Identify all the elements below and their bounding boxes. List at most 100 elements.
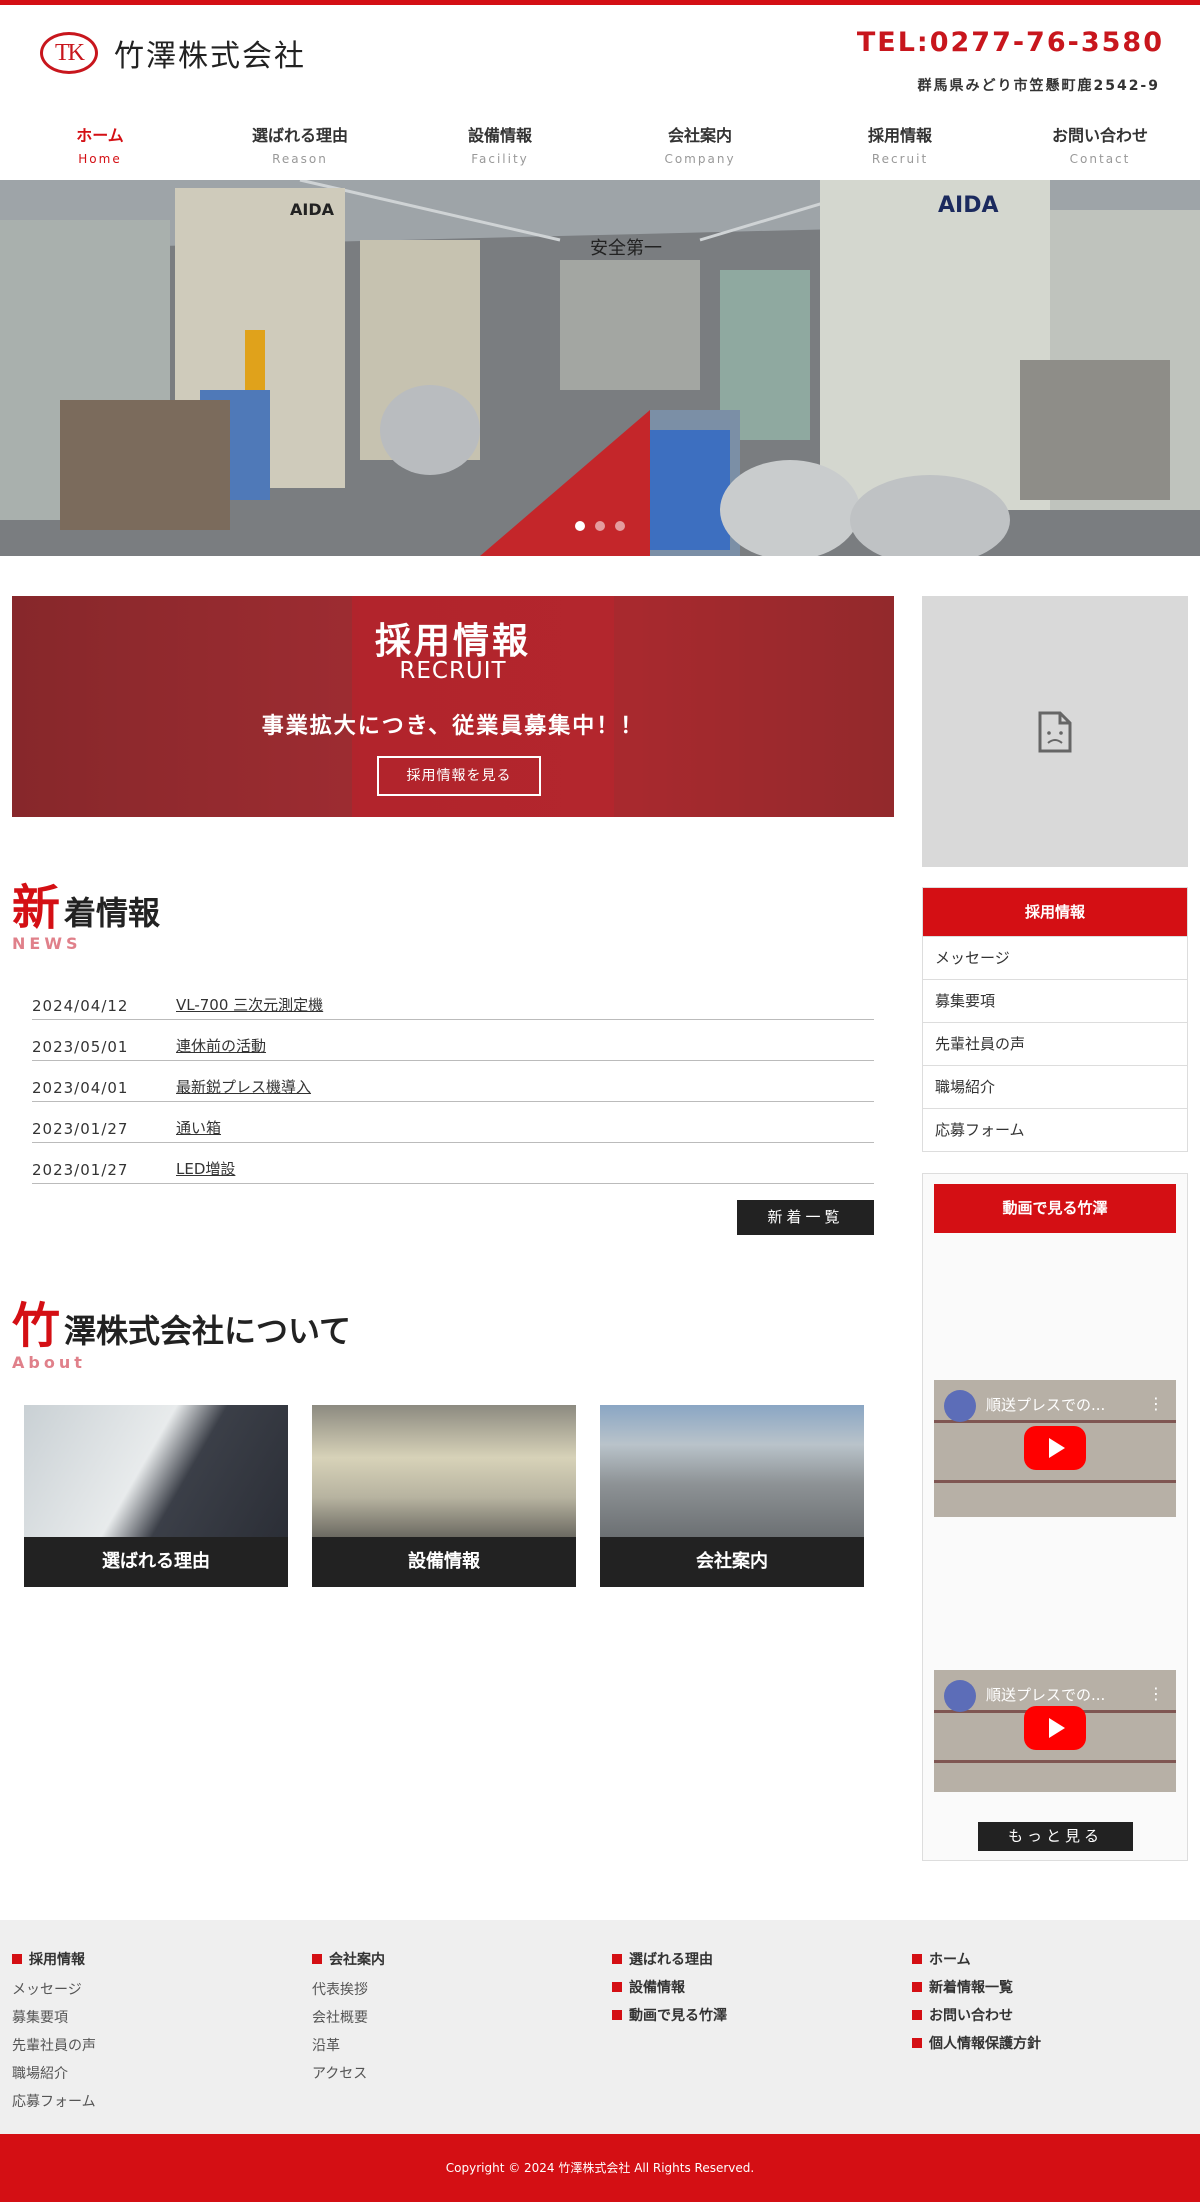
video-more-button[interactable]: もっと見る (978, 1822, 1133, 1851)
news-list: 2024/04/12 VL-700 三次元測定機 2023/05/01 連休前の… (32, 979, 874, 1184)
footer-link[interactable]: メッセージ (12, 1976, 96, 2004)
news-item: 2023/05/01 連休前の活動 (32, 1020, 874, 1061)
about-card-label: 設備情報 (312, 1537, 576, 1587)
footer-heading[interactable]: 設備情報 (612, 1976, 727, 1998)
news-date: 2024/04/12 (32, 997, 129, 1015)
about-card-label: 会社案内 (600, 1537, 864, 1587)
footer-link[interactable]: 沿革 (312, 2032, 385, 2060)
news-date: 2023/04/01 (32, 1079, 129, 1097)
footer-link[interactable]: 職場紹介 (12, 2060, 96, 2088)
slider-dot[interactable] (595, 521, 605, 531)
footer-heading[interactable]: 新着情報一覧 (912, 1976, 1041, 1998)
broken-image-icon (1038, 711, 1072, 752)
about-card-company[interactable]: 会社案内 (600, 1405, 864, 1587)
play-icon[interactable] (1024, 1706, 1086, 1750)
handshake-photo (24, 1405, 288, 1537)
news-link[interactable]: 通い箱 (176, 1117, 221, 1138)
news-date: 2023/05/01 (32, 1038, 129, 1056)
video-menu-icon[interactable]: ⋮ (1148, 1684, 1164, 1703)
footer-heading[interactable]: お問い合わせ (912, 2004, 1041, 2026)
logo-mark: TK (40, 32, 98, 74)
news-date: 2023/01/27 (32, 1161, 129, 1179)
footer-heading[interactable]: 動画で見る竹澤 (612, 2004, 727, 2026)
news-link[interactable]: VL-700 三次元測定機 (176, 994, 323, 1015)
nav-label: ホーム (76, 126, 124, 145)
video-thumbnail-stripe (934, 1480, 1176, 1483)
footer-link[interactable]: 代表挨拶 (312, 1976, 385, 2004)
news-section-title: 新 着情報 (12, 884, 160, 932)
side-recruit-menu: 採用情報 メッセージ 募集要項 先輩社員の声 職場紹介 応募フォーム (922, 887, 1188, 1152)
nav-company[interactable]: 会社案内 Company (600, 122, 800, 174)
news-section-subtitle: NEWS (12, 934, 82, 953)
footer-heading[interactable]: ホーム (912, 1948, 1041, 1970)
recruit-banner[interactable]: 採用情報 RECRUIT 事業拡大につき、従業員募集中！！ 採用情報を見る (12, 596, 894, 817)
slider-dot[interactable] (575, 521, 585, 531)
footer-col-recruit: 採用情報 メッセージ 募集要項 先輩社員の声 職場紹介 応募フォーム (12, 1948, 96, 2116)
company-name: 竹澤株式会社 (114, 39, 306, 74)
video-embed[interactable]: 順送プレスでの... ⋮ (934, 1670, 1176, 1792)
nav-contact[interactable]: お問い合わせ Contact (1000, 122, 1200, 174)
video-embed[interactable]: 順送プレスでの... ⋮ (934, 1380, 1176, 1517)
video-panel: 動画で見る竹澤 順送プレスでの... ⋮ 順送プレスでの... ⋮ もっと見る (922, 1173, 1188, 1861)
channel-avatar (944, 1680, 976, 1712)
site-header: TK 竹澤株式会社 TEL:0277-76-3580 群馬県みどり市笠懸町鹿25… (0, 5, 1200, 105)
about-title-rest: 澤株式会社について (64, 1311, 352, 1350)
nav-label: 採用情報 (867, 126, 932, 145)
about-title-initial: 竹 (12, 1298, 61, 1354)
play-icon[interactable] (1024, 1426, 1086, 1470)
footer-link[interactable]: アクセス (312, 2060, 385, 2088)
nav-sublabel: Contact (1069, 152, 1131, 166)
footer-link[interactable]: 会社概要 (312, 2004, 385, 2032)
side-menu-item[interactable]: 先輩社員の声 (923, 1022, 1187, 1065)
footer-heading[interactable]: 会社案内 (312, 1948, 385, 1970)
about-card-facility[interactable]: 設備情報 (312, 1405, 576, 1587)
factory-photo: AIDA AIDA 安全第一 (0, 180, 1200, 556)
footer-heading[interactable]: 個人情報保護方針 (912, 2032, 1041, 2054)
footer-col-home: ホーム 新着情報一覧 お問い合わせ 個人情報保護方針 (912, 1948, 1041, 2060)
recruit-button[interactable]: 採用情報を見る (377, 756, 541, 796)
video-menu-icon[interactable]: ⋮ (1148, 1394, 1164, 1413)
side-menu-item[interactable]: 職場紹介 (923, 1065, 1187, 1108)
nav-facility[interactable]: 設備情報 Facility (400, 122, 600, 174)
recruit-title: 採用情報 (374, 621, 531, 662)
video-panel-head: 動画で見る竹澤 (934, 1184, 1176, 1233)
footer-heading[interactable]: 選ばれる理由 (612, 1948, 727, 1970)
nav-sublabel: Home (78, 152, 122, 166)
news-link[interactable]: 最新鋭プレス機導入 (176, 1076, 311, 1097)
video-title: 順送プレスでの... (986, 1686, 1106, 1704)
footer-link[interactable]: 応募フォーム (12, 2088, 96, 2116)
copyright: Copyright © 2024 竹澤株式会社 All Rights Reser… (0, 2134, 1200, 2202)
news-title-rest: 着情報 (64, 893, 161, 932)
about-card-reason[interactable]: 選ばれる理由 (24, 1405, 288, 1587)
footer-link[interactable]: 先輩社員の声 (12, 2032, 96, 2060)
nav-sublabel: Reason (272, 152, 328, 166)
footer-heading[interactable]: 採用情報 (12, 1948, 96, 1970)
site-logo[interactable]: TK 竹澤株式会社 (40, 31, 306, 75)
nav-label: 設備情報 (467, 126, 532, 145)
hero-slider[interactable]: AIDA AIDA 安全第一 (0, 180, 1200, 556)
side-menu-item[interactable]: メッセージ (923, 936, 1187, 979)
hero-sign-right: AIDA (938, 193, 999, 218)
nav-recruit[interactable]: 採用情報 Recruit (800, 122, 1000, 174)
hero-sign-left: AIDA (290, 200, 335, 219)
news-link[interactable]: 連休前の活動 (176, 1035, 266, 1056)
news-link[interactable]: LED増設 (176, 1158, 235, 1179)
machine-photo (312, 1405, 576, 1537)
slider-dot[interactable] (615, 521, 625, 531)
site-footer: 採用情報 メッセージ 募集要項 先輩社員の声 職場紹介 応募フォーム 会社案内 … (0, 1920, 1200, 2134)
nav-reason[interactable]: 選ばれる理由 Reason (200, 122, 400, 174)
side-menu-item[interactable]: 募集要項 (923, 979, 1187, 1022)
news-all-button[interactable]: 新着一覧 (737, 1200, 874, 1235)
side-menu-head[interactable]: 採用情報 (923, 888, 1187, 936)
news-title-initial: 新 (12, 880, 61, 936)
channel-avatar (944, 1390, 976, 1422)
about-section-title: 竹 澤株式会社について (12, 1302, 351, 1350)
side-menu-item[interactable]: 応募フォーム (923, 1108, 1187, 1151)
footer-link[interactable]: 募集要項 (12, 2004, 96, 2032)
news-item: 2024/04/12 VL-700 三次元測定機 (32, 979, 874, 1020)
nav-home[interactable]: ホーム Home (0, 122, 200, 174)
nav-label: 会社案内 (667, 126, 732, 145)
video-thumbnail-stripe (934, 1760, 1176, 1763)
phone-number[interactable]: TEL:0277-76-3580 (857, 27, 1164, 58)
news-item: 2023/01/27 LED増設 (32, 1143, 874, 1184)
